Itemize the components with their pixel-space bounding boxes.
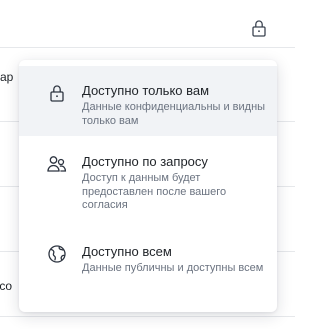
option-description: Доступ к данным будет предоставлен после… xyxy=(82,172,227,211)
option-description: Данные конфиденциальны и видны только ва… xyxy=(82,101,266,127)
users-icon xyxy=(46,153,68,175)
option-description: Данные публичны и доступны всем xyxy=(82,262,264,274)
table-cell-text: .co xyxy=(0,279,13,293)
access-toggle-button[interactable] xyxy=(249,18,269,38)
table-divider xyxy=(0,316,295,317)
access-level-dropdown: Доступно только вам Данные конфиденциаль… xyxy=(19,60,277,312)
option-on-request[interactable]: Доступно по запросу Доступ к данным буде… xyxy=(19,136,277,226)
option-title: Доступно только вам xyxy=(82,83,210,98)
option-public[interactable]: Доступно всем Данные публичны и доступны… xyxy=(19,226,277,306)
page: rap .co Доступно только вам Данные конфи… xyxy=(0,0,295,329)
option-private[interactable]: Доступно только вам Данные конфиденциаль… xyxy=(19,66,277,136)
option-title: Доступно всем xyxy=(82,244,172,259)
lock-icon xyxy=(46,82,68,104)
lock-icon xyxy=(252,20,266,37)
option-title: Доступно по запросу xyxy=(82,154,208,169)
table-cell-text: rap xyxy=(0,70,14,84)
globe-icon xyxy=(46,243,68,265)
table-divider xyxy=(0,47,295,48)
